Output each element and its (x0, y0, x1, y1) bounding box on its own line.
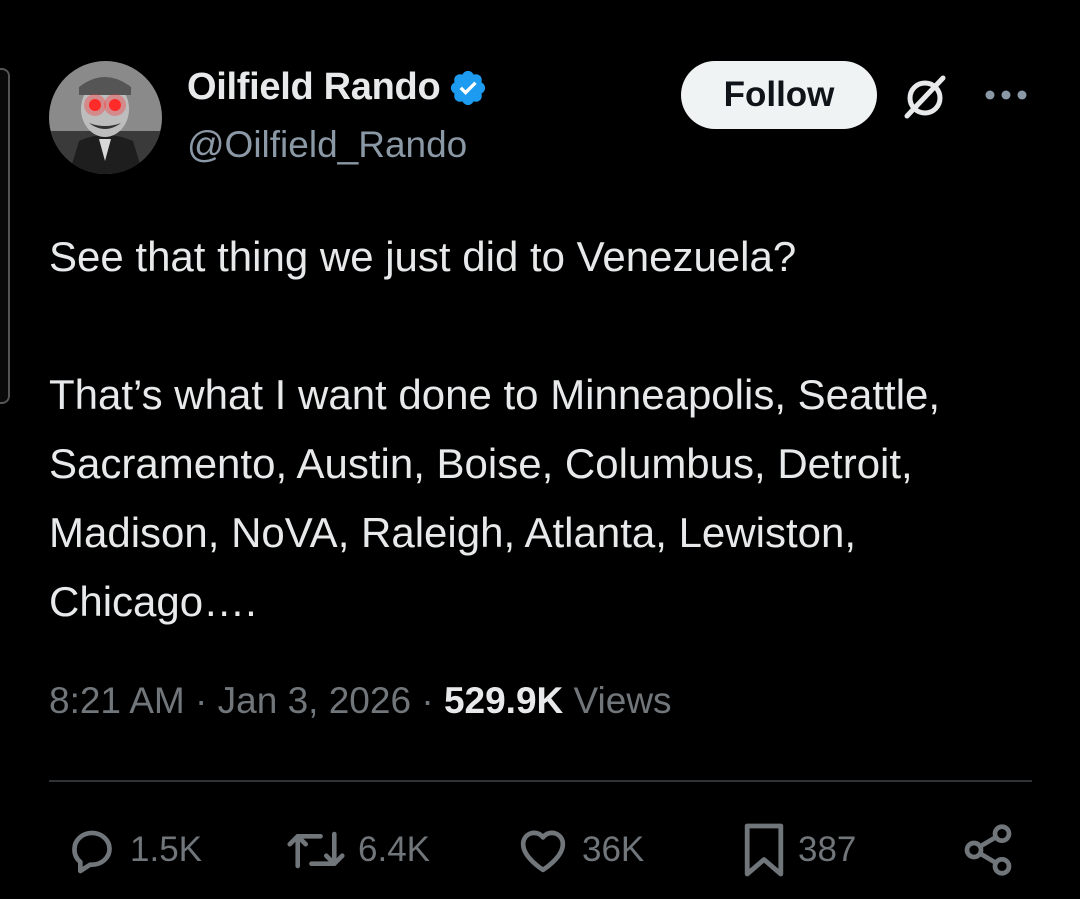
author-display-name[interactable]: Oilfield Rando (187, 66, 441, 109)
tweet-meta: 8:21 AM · Jan 3, 2026 · 529.9K Views (49, 680, 672, 722)
verified-badge-icon (451, 70, 486, 105)
repost-button[interactable]: 6.4K (284, 822, 430, 878)
author-name-row: Oilfield Rando (187, 66, 488, 109)
more-icon[interactable] (983, 80, 1029, 110)
tweet-text: See that thing we just did to Venezuela?… (49, 222, 1049, 636)
like-count: 36K (582, 830, 645, 869)
views-label[interactable]: Views (574, 680, 672, 721)
bookmark-count: 387 (798, 830, 857, 869)
tweet-paragraph: That’s what I want done to Minneapolis, … (49, 371, 941, 625)
scrollbar-thumb[interactable] (0, 68, 10, 404)
grok-icon[interactable] (897, 68, 953, 124)
repost-icon (287, 831, 345, 869)
divider (49, 780, 1032, 782)
bookmark-icon (744, 823, 784, 877)
reply-icon (72, 830, 112, 874)
paragraph-break (49, 291, 1049, 360)
reply-count: 1.5K (130, 830, 202, 869)
meta-separator: · (421, 680, 434, 721)
author-handle[interactable]: @Oilfield_Rando (187, 124, 467, 166)
tweet-paragraph: See that thing we just did to Venezuela? (49, 233, 797, 280)
repost-count: 6.4K (358, 830, 430, 869)
bookmark-button[interactable]: 387 (740, 822, 856, 878)
tweet-date[interactable]: Jan 3, 2026 (218, 680, 411, 721)
follow-button[interactable]: Follow (681, 61, 877, 129)
share-icon (964, 824, 1012, 876)
tweet-time[interactable]: 8:21 AM (49, 680, 185, 721)
views-count[interactable]: 529.9K (444, 680, 563, 721)
avatar[interactable] (49, 61, 162, 174)
share-button[interactable] (960, 822, 1026, 878)
meta-separator: · (195, 680, 208, 721)
heart-icon (520, 830, 566, 873)
like-button[interactable]: 36K (514, 822, 644, 878)
reply-button[interactable]: 1.5K (64, 822, 202, 878)
